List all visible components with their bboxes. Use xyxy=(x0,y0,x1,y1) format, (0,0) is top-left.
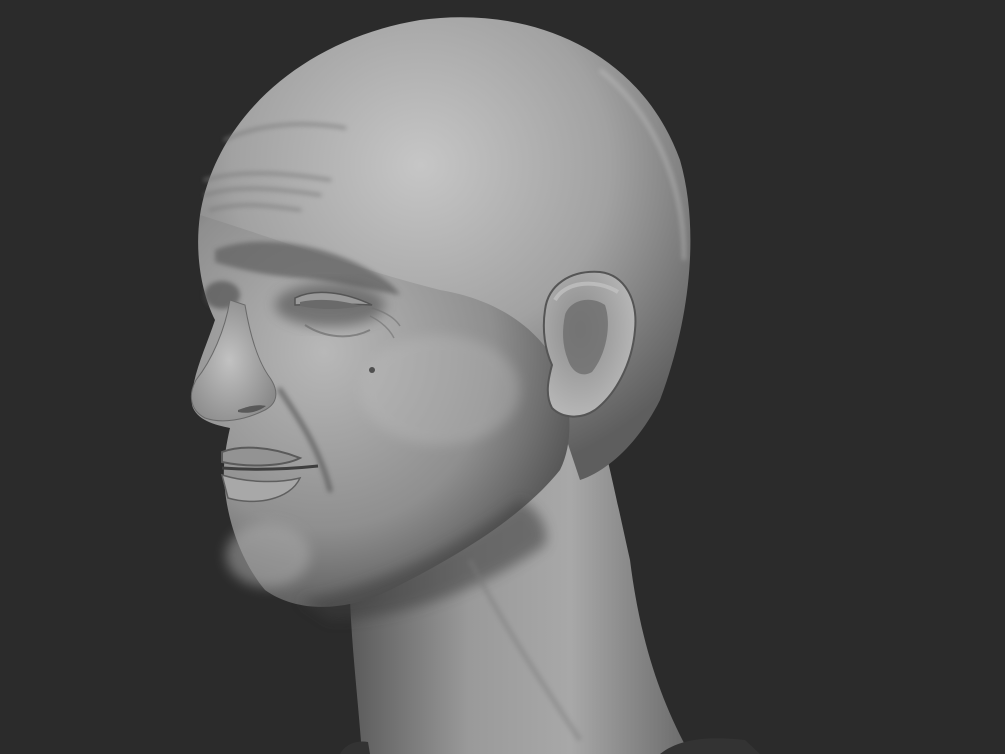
head-sculpt-render xyxy=(0,0,1005,754)
sculpt-viewport[interactable] xyxy=(0,0,1005,754)
cheek-highlight xyxy=(360,335,520,445)
mole xyxy=(369,367,375,373)
chin xyxy=(226,523,310,587)
